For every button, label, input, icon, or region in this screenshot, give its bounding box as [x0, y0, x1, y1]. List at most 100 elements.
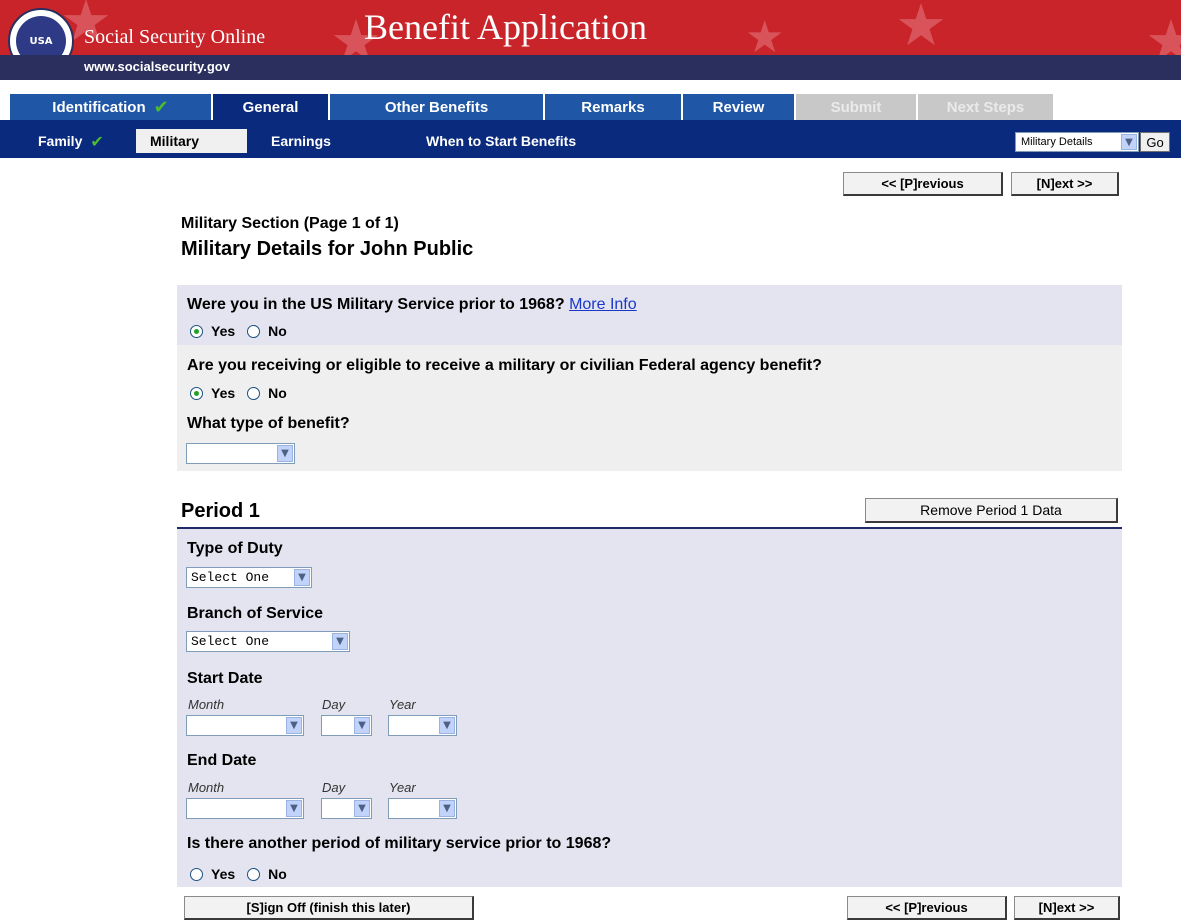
- start-month-select[interactable]: ▼: [186, 715, 304, 736]
- end-month-select[interactable]: ▼: [186, 798, 304, 819]
- tab-next-steps: Next Steps: [918, 94, 1055, 120]
- go-button[interactable]: Go: [1140, 132, 1170, 152]
- radio-yes-label: Yes: [211, 866, 236, 882]
- previous-button[interactable]: << [P]revious: [843, 172, 1003, 196]
- tab-general[interactable]: General: [213, 94, 330, 120]
- another-period-question: Is there another period of military serv…: [187, 835, 612, 852]
- sign-off-button[interactable]: [S]ign Off (finish this later): [184, 896, 474, 920]
- start-day-label: Day: [322, 697, 346, 712]
- chevron-down-icon: ▼: [439, 800, 455, 817]
- tab-identification[interactable]: Identification ✔: [10, 94, 213, 120]
- radio-group-benefit: Yes No: [190, 385, 287, 401]
- section-jump-value: Military Details: [1021, 136, 1093, 148]
- radio-no[interactable]: [247, 867, 261, 881]
- radio-yes[interactable]: [190, 867, 203, 881]
- tab-remarks[interactable]: Remarks: [545, 94, 683, 120]
- page-title: Military Details for John Public: [181, 238, 474, 260]
- chevron-down-icon: ▼: [294, 569, 310, 586]
- check-icon: ✔: [153, 96, 169, 118]
- branch-of-service-select[interactable]: Select One ▼: [186, 631, 350, 652]
- main-tabs: Identification ✔ General Other Benefits …: [0, 94, 1181, 120]
- chevron-down-icon: ▼: [286, 800, 302, 817]
- tab-label: Next Steps: [946, 98, 1025, 116]
- question-text: Were you in the US Military Service prio…: [187, 296, 565, 313]
- tab-label: Other Benefits: [384, 98, 489, 116]
- section-subtitle: Military Section (Page 1 of 1): [181, 215, 399, 232]
- app-title: Benefit Application: [364, 7, 647, 47]
- period-title: Period 1: [181, 500, 260, 522]
- start-year-label: Year: [389, 697, 416, 712]
- star-decoration: ★: [1145, 7, 1181, 55]
- radio-group-service: Yes No: [190, 323, 287, 339]
- tab-label: General: [242, 98, 299, 116]
- tab-label: Identification: [52, 98, 146, 116]
- period-panel: [177, 529, 1122, 887]
- branch-of-service-value: Select One: [191, 634, 270, 649]
- question-federal-benefit: Are you receiving or eligible to receive…: [187, 357, 822, 374]
- chevron-down-icon: ▼: [354, 800, 370, 817]
- star-decoration: ★: [895, 0, 947, 55]
- subnav-item-when-to-start[interactable]: When to Start Benefits: [426, 129, 576, 153]
- tab-submit: Submit: [796, 94, 918, 120]
- end-day-select[interactable]: ▼: [321, 798, 372, 819]
- end-date-label: End Date: [187, 752, 257, 769]
- chevron-down-icon: ▼: [439, 717, 455, 734]
- section-jump-select[interactable]: Military Details ▼: [1015, 132, 1139, 152]
- radio-no-label: No: [268, 323, 287, 339]
- radio-yes[interactable]: [190, 386, 203, 400]
- tab-review[interactable]: Review: [683, 94, 796, 120]
- banner-url-bar: www.socialsecurity.gov: [0, 55, 1181, 80]
- end-day-label: Day: [322, 780, 346, 795]
- type-of-duty-label: Type of Duty: [187, 540, 283, 557]
- radio-group-another-period: Yes No: [190, 866, 287, 882]
- question-military-service: Were you in the US Military Service prio…: [187, 296, 637, 314]
- start-year-select[interactable]: ▼: [388, 715, 457, 736]
- subnav-label: Earnings: [271, 133, 331, 149]
- chevron-down-icon: ▼: [1121, 134, 1137, 150]
- remove-period-button[interactable]: Remove Period 1 Data: [865, 498, 1118, 523]
- tab-label: Remarks: [581, 98, 645, 116]
- subnav-item-military[interactable]: Military: [136, 129, 247, 153]
- benefit-type-select[interactable]: ▼: [186, 443, 295, 464]
- branch-of-service-label: Branch of Service: [187, 605, 324, 622]
- radio-no[interactable]: [247, 386, 261, 400]
- site-name[interactable]: Social Security Online: [84, 26, 265, 49]
- chevron-down-icon: ▼: [277, 445, 293, 462]
- tab-label: Review: [712, 98, 765, 116]
- tab-other-benefits[interactable]: Other Benefits: [330, 94, 545, 120]
- type-of-duty-select[interactable]: Select One ▼: [186, 567, 312, 588]
- radio-yes-label: Yes: [211, 385, 236, 401]
- end-year-select[interactable]: ▼: [388, 798, 457, 819]
- sub-navigation: Family ✔ Military Earnings When to Start…: [0, 120, 1181, 158]
- star-decoration: ★: [745, 12, 785, 56]
- subnav-item-earnings[interactable]: Earnings: [271, 129, 331, 153]
- site-url[interactable]: www.socialsecurity.gov: [84, 59, 230, 74]
- next-button[interactable]: [N]ext >>: [1011, 172, 1119, 196]
- radio-no-label: No: [268, 385, 287, 401]
- question-benefit-type: What type of benefit?: [187, 415, 350, 432]
- previous-button-bottom[interactable]: << [P]revious: [847, 896, 1007, 920]
- radio-yes[interactable]: [190, 324, 203, 338]
- subnav-item-family[interactable]: Family ✔: [38, 129, 104, 153]
- seal-text: USA: [16, 16, 66, 55]
- start-month-label: Month: [188, 697, 225, 712]
- subnav-label: When to Start Benefits: [426, 133, 577, 149]
- start-date-label: Start Date: [187, 670, 263, 687]
- next-button-bottom[interactable]: [N]ext >>: [1014, 896, 1120, 920]
- tab-label: Submit: [830, 98, 882, 116]
- subnav-label: Family: [38, 133, 83, 149]
- end-month-label: Month: [188, 780, 225, 795]
- start-day-select[interactable]: ▼: [321, 715, 372, 736]
- more-info-link[interactable]: More Info: [569, 296, 637, 313]
- radio-no-label: No: [268, 866, 287, 882]
- chevron-down-icon: ▼: [286, 717, 302, 734]
- site-banner: ★ ★ ★ ★ ★ USA Social Security Online www…: [0, 0, 1181, 55]
- question-panel-service: [177, 285, 1122, 345]
- type-of-duty-value: Select One: [191, 570, 270, 585]
- end-year-label: Year: [389, 780, 416, 795]
- chevron-down-icon: ▼: [354, 717, 370, 734]
- check-icon: ✔: [90, 131, 104, 151]
- radio-no[interactable]: [247, 324, 261, 338]
- radio-yes-label: Yes: [211, 323, 236, 339]
- subnav-label: Military: [150, 133, 200, 149]
